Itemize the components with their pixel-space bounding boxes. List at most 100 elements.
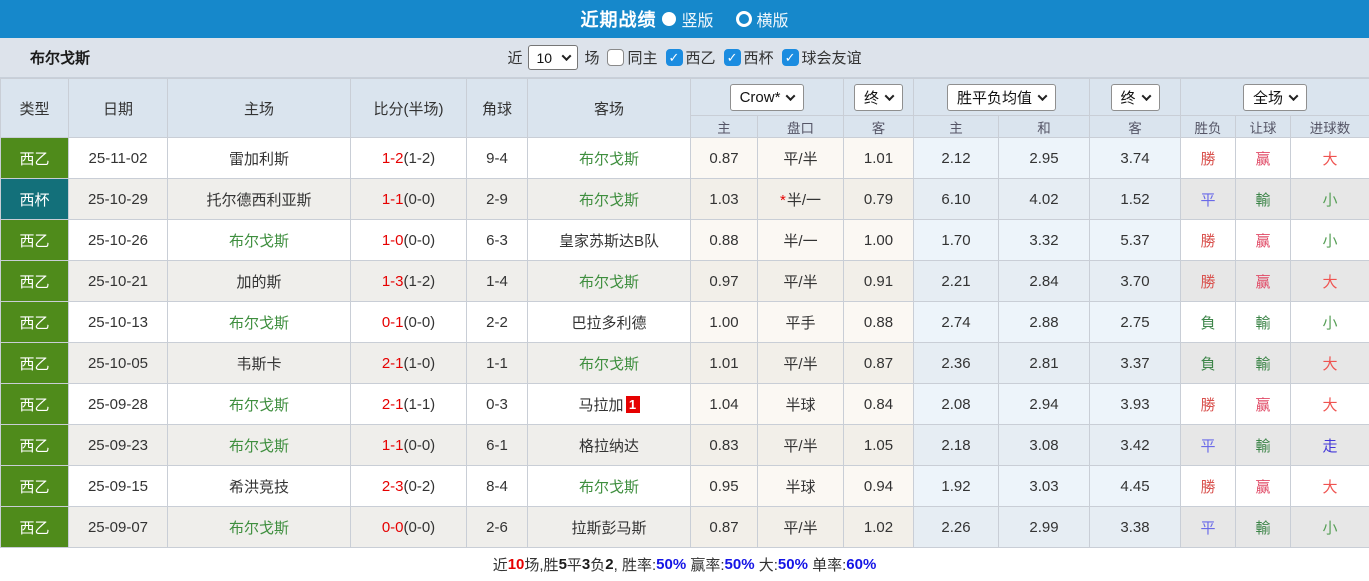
- cell-date: 25-09-07: [68, 506, 168, 548]
- cell-goals-result: 走: [1290, 424, 1369, 466]
- odds-company-select[interactable]: Crow*: [729, 83, 805, 111]
- team-name-text: 皇家苏斯达B队: [558, 232, 659, 250]
- odds-time-select[interactable]: 终: [853, 83, 903, 111]
- checkbox-cup[interactable]: 西杯: [723, 47, 774, 68]
- radio-vertical-layout[interactable]: 竖版: [662, 7, 714, 31]
- checkbox-league[interactable]: 西乙: [665, 47, 716, 68]
- half-time-score: (1-1): [403, 395, 436, 413]
- cell-corner: 6-1: [466, 424, 528, 466]
- cell-home-team: 希洪竞技: [167, 465, 351, 507]
- cell-home-team: 雷加利斯: [167, 137, 351, 179]
- scope-select[interactable]: 全场: [1243, 83, 1308, 111]
- cell-home-team: 布尔戈斯: [167, 506, 351, 548]
- checkbox-friendly[interactable]: 球会友谊: [781, 47, 862, 68]
- cell-away-team: 巴拉多利德: [527, 301, 691, 343]
- cell-home-odds: 1.03: [690, 178, 758, 220]
- cell-away-team: 拉斯彭马斯: [527, 506, 691, 548]
- summary-segment: 赢率:: [686, 557, 725, 574]
- avg-time-value: 终: [1120, 89, 1136, 107]
- cell-handicap: 半球: [757, 383, 844, 425]
- cell-avg-draw: 2.88: [997, 301, 1091, 343]
- summary-segment: 2: [605, 556, 614, 573]
- avg-odds-select[interactable]: 胜平负均值: [947, 83, 1057, 111]
- summary-segment: 平: [566, 557, 582, 574]
- cell-home-team: 布尔戈斯: [167, 383, 351, 425]
- checkbox-same-home[interactable]: 同主: [607, 47, 658, 68]
- cell-wdl-result: 勝: [1180, 260, 1237, 302]
- full-time-score: 1-0: [381, 231, 404, 249]
- team-name-text: 韦斯卡: [236, 355, 282, 373]
- red-card-badge: 1: [625, 395, 640, 413]
- avg-odds-value: 胜平负均值: [957, 89, 1033, 107]
- cell-avg-home: 2.36: [913, 342, 999, 384]
- sub-header-handicap-result: 让球: [1235, 115, 1292, 138]
- table-row: 西乙 25-10-13 布尔戈斯 0-1(0-0) 2-2 巴拉多利德 1.00 平手 0.88…: [0, 301, 1369, 343]
- cell-home-odds: 0.97: [690, 260, 758, 302]
- sub-header-handicap: 盘口: [757, 115, 844, 138]
- cell-handicap-result: 赢: [1235, 137, 1292, 179]
- team-name-text: 布尔戈斯: [578, 150, 639, 168]
- summary-segment: 负: [590, 557, 606, 574]
- col-header-type: 类型: [0, 78, 69, 138]
- cell-away-odds: 0.94: [843, 465, 914, 507]
- table-row: 西乙 25-09-15 希洪竞技 2-3(0-2) 8-4 布尔戈斯 0.95 半球 0.94 1…: [0, 465, 1369, 507]
- odds-company-value: Crow*: [739, 88, 781, 106]
- cell-avg-away: 3.37: [1089, 342, 1182, 384]
- half-time-score: (0-0): [403, 313, 436, 331]
- cell-wdl-result: 勝: [1180, 383, 1237, 425]
- summary-segment: 3: [581, 556, 591, 573]
- cell-away-team: 布尔戈斯: [527, 342, 691, 384]
- cell-corner: 1-1: [466, 342, 528, 384]
- results-table: 类型 日期 主场 比分(半场) 角球 客场 Crow* 终 胜平负均值 终 全场…: [0, 78, 1369, 548]
- filter-bar: 布尔戈斯 近 10 场 同主 西乙 西杯 球会友谊: [0, 38, 1369, 78]
- cell-date: 25-10-13: [68, 301, 168, 343]
- summary-segment: 10: [507, 556, 525, 573]
- cell-home-odds: 0.88: [690, 219, 758, 261]
- full-time-score: 1-1: [381, 190, 404, 208]
- cell-avg-away: 2.75: [1089, 301, 1182, 343]
- cell-avg-home: 2.12: [913, 137, 999, 179]
- team-name-text: 布尔戈斯: [228, 396, 289, 414]
- summary-segment: 大:: [754, 557, 778, 574]
- cell-goals-result: 小: [1290, 506, 1369, 548]
- cell-corner: 8-4: [466, 465, 528, 507]
- full-time-score: 2-1: [381, 395, 404, 413]
- cell-wdl-result: 負: [1180, 301, 1237, 343]
- sub-header-avg-away: 客: [1089, 115, 1182, 138]
- half-time-score: (0-0): [403, 436, 436, 454]
- checkbox-friendly-label: 球会友谊: [801, 50, 862, 67]
- table-row: 西杯 25-10-29 托尔德西利亚斯 1-1(0-0) 2-9 布尔戈斯 1.03 *半/一…: [0, 178, 1369, 220]
- col-header-score: 比分(半场): [350, 78, 467, 138]
- cell-avg-home: 6.10: [913, 178, 999, 220]
- cell-away-odds: 1.02: [843, 506, 914, 548]
- cell-away-odds: 1.00: [843, 219, 914, 261]
- team-name-text: 托尔德西利亚斯: [206, 191, 312, 209]
- cell-wdl-result: 勝: [1180, 219, 1237, 261]
- match-count-select[interactable]: 10: [528, 45, 579, 70]
- cell-home-team: 布尔戈斯: [167, 424, 351, 466]
- cell-avg-home: 2.08: [913, 383, 999, 425]
- chevron-down-icon: [884, 90, 895, 101]
- cell-away-odds: 0.84: [843, 383, 914, 425]
- radio-horizontal-layout[interactable]: 横版: [735, 7, 789, 31]
- cell-date: 25-09-28: [68, 383, 168, 425]
- cell-avg-away: 5.37: [1089, 219, 1182, 261]
- cell-avg-home: 2.26: [913, 506, 999, 548]
- full-time-score: 1-1: [381, 436, 404, 454]
- chevron-down-icon: [562, 51, 572, 62]
- summary-segment: 场,胜: [524, 557, 559, 574]
- cell-wdl-result: 勝: [1180, 465, 1237, 507]
- team-name-text: 雷加利斯: [228, 150, 289, 168]
- cell-score: 0-1(0-0): [350, 301, 467, 343]
- team-name-text: 布尔戈斯: [228, 314, 289, 332]
- table-row: 西乙 25-11-02 雷加利斯 1-2(1-2) 9-4 布尔戈斯 0.87 平/半 1.01…: [0, 137, 1369, 179]
- cell-wdl-result: 負: [1180, 342, 1237, 384]
- league-badge: 西乙: [0, 424, 69, 466]
- half-time-score: (1-2): [403, 272, 436, 290]
- cell-date: 25-10-21: [68, 260, 168, 302]
- checkbox-league-label: 西乙: [685, 50, 716, 67]
- avg-time-select[interactable]: 终: [1110, 83, 1160, 111]
- cell-handicap-result: 赢: [1235, 219, 1292, 261]
- league-badge: 西杯: [0, 178, 69, 220]
- cell-avg-away: 3.93: [1089, 383, 1182, 425]
